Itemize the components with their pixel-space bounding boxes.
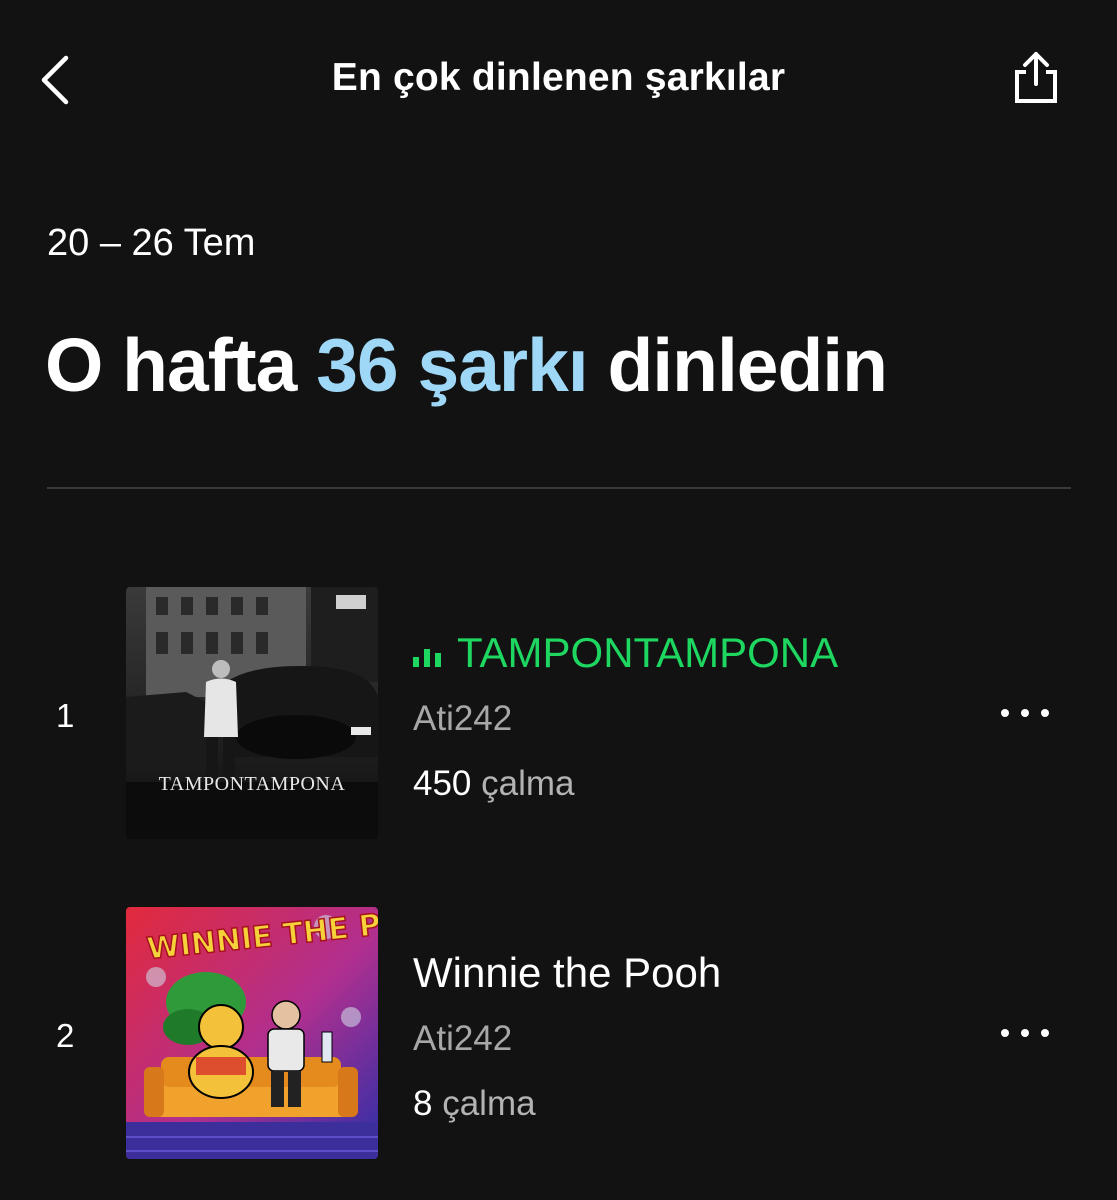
share-icon xyxy=(1015,52,1057,103)
track-title: Winnie the Pooh xyxy=(413,949,721,997)
track-play-count: 8 çalma xyxy=(413,1084,536,1124)
more-options-button[interactable] xyxy=(995,1018,1055,1048)
weekly-summary-headline: O hafta 36 şarkı dinledin xyxy=(45,322,888,408)
more-options-button[interactable] xyxy=(995,698,1055,728)
play-count-value: 8 xyxy=(413,1084,433,1123)
track-row[interactable]: 2 WINNIE THE POOH Winnie the Pooh Ati242… xyxy=(0,907,1117,1159)
track-artist[interactable]: Ati242 xyxy=(413,1019,512,1059)
top-bar: En çok dinlenen şarkılar xyxy=(0,0,1117,160)
play-count-unit: çalma xyxy=(442,1084,536,1123)
headline-suffix: dinledin xyxy=(607,323,887,407)
more-horizontal-icon xyxy=(1001,1029,1049,1037)
date-range: 20 – 26 Tem xyxy=(47,222,256,264)
play-count-unit: çalma xyxy=(481,764,575,803)
track-play-count: 450 çalma xyxy=(413,764,575,804)
track-artist[interactable]: Ati242 xyxy=(413,699,512,739)
share-button[interactable] xyxy=(1004,46,1068,110)
headline-prefix: O hafta xyxy=(45,323,297,407)
track-title-text: TAMPONTAMPONA xyxy=(457,629,839,676)
more-horizontal-icon xyxy=(1001,709,1049,717)
album-cover-winnie-the-pooh: WINNIE THE POOH xyxy=(126,907,378,1159)
cover-text: TAMPONTAMPONA xyxy=(159,773,346,795)
now-playing-equalizer-icon xyxy=(413,649,441,667)
album-cover-tampontampona: TAMPONTAMPONA xyxy=(126,587,378,839)
play-count-value: 450 xyxy=(413,764,472,803)
divider xyxy=(47,487,1071,489)
track-rank: 2 xyxy=(56,1017,75,1054)
track-row[interactable]: 1 TAMPONTAMPONA TAMPONTAMPONA Ati242 450… xyxy=(0,587,1117,839)
track-title-text: Winnie the Pooh xyxy=(413,949,722,996)
track-title: TAMPONTAMPONA xyxy=(413,629,838,677)
headline-song-count: 36 şarkı xyxy=(316,323,588,407)
page-title: En çok dinlenen şarkılar xyxy=(331,56,786,99)
track-rank: 1 xyxy=(56,697,75,734)
